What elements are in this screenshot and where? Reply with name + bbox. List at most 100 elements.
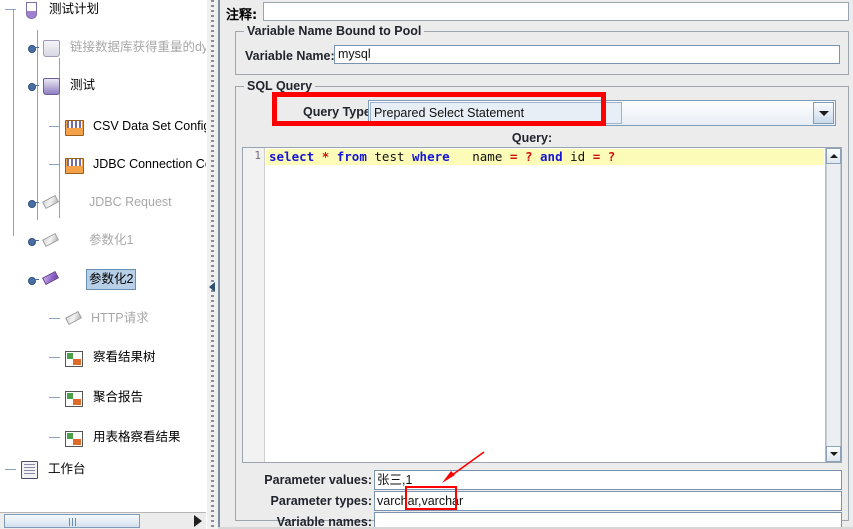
spacer [61, 232, 81, 250]
code-token: name [472, 149, 502, 164]
parameter-values-row: Parameter values: 张三,1 [242, 470, 842, 491]
sampler-icon [42, 233, 59, 249]
tree-leaf-handle [4, 463, 18, 477]
workbench-icon [21, 461, 38, 479]
parameter-types-label: Parameter types: [271, 494, 372, 508]
tree-item-parameterization-1[interactable]: 参数化1 [0, 231, 206, 250]
spacer [61, 271, 81, 289]
comment-input[interactable] [263, 2, 849, 21]
tree-item-label: HTTP请求 [89, 309, 151, 328]
line-number: 1 [243, 149, 261, 162]
line-number-gutter: 1 [243, 148, 265, 462]
code-token [532, 149, 540, 164]
query-text-editor[interactable]: 1 select * from test where name = ? and … [242, 147, 842, 463]
group-title: Variable Name Bound to Pool [244, 24, 424, 38]
tree-expand-handle[interactable] [26, 273, 40, 287]
jdbc-config-icon [65, 158, 84, 174]
tree-expand-handle[interactable] [4, 3, 18, 17]
tree-expand-handle[interactable] [26, 41, 40, 55]
query-type-dropdown-button[interactable] [813, 102, 834, 124]
variable-name-input[interactable]: mysql [334, 45, 840, 64]
code-token [600, 149, 608, 164]
scroll-right-arrow-icon[interactable] [194, 515, 202, 527]
tree-item-aggregate-report[interactable]: 聚合报告 [0, 388, 206, 407]
code-token [517, 149, 525, 164]
csv-config-icon [65, 120, 84, 136]
listener-icon [65, 351, 83, 367]
tree-item-label: 用表格察看结果 [91, 428, 183, 447]
tree-item-label: JDBC Request [87, 193, 174, 212]
tree-item-label: 参数化1 [87, 231, 135, 250]
tree-item-http-request[interactable]: HTTP请求 [0, 309, 206, 328]
scroll-down-button[interactable] [826, 446, 841, 462]
scrollbar-thumb[interactable] [4, 514, 140, 528]
tree-item-parameterization-2[interactable]: 参数化2 [0, 269, 206, 288]
code-token: and [540, 149, 563, 164]
tree-item-view-results-tree[interactable]: 察看结果树 [0, 348, 206, 367]
tree-item-label: 测试 [68, 76, 97, 95]
group-title: SQL Query [244, 79, 315, 93]
tree-leaf-handle [48, 120, 62, 134]
tree-item-thread-group[interactable]: 测试 [0, 76, 206, 95]
tree-expand-handle[interactable] [26, 196, 40, 210]
comment-row: 注释: [226, 2, 849, 22]
scrollbar-grip-icon [69, 518, 76, 526]
query-code-line[interactable]: select * from test where name = ? and id… [266, 149, 824, 165]
query-vertical-scrollbar[interactable] [825, 148, 841, 462]
parameter-types-row: Parameter types: varchar,varchar [242, 491, 842, 512]
spacer [61, 194, 81, 212]
flask-icon [21, 1, 41, 19]
query-type-selected-value[interactable]: Prepared Select Statement [370, 102, 622, 124]
tree-item-label-selected: 参数化2 [86, 269, 136, 290]
sql-query-group: SQL Query Query Type: Prepared Select St… [235, 86, 849, 521]
scrollbar-track[interactable] [826, 164, 841, 446]
sampler-active-icon [42, 271, 59, 287]
tree-item-label: 链接数据库获得重量的dynamic [68, 38, 207, 57]
parameter-types-label-wrap: Parameter types: [242, 491, 372, 512]
parameter-values-label-wrap: Parameter values: [242, 470, 372, 491]
parameter-values-input[interactable]: 张三,1 [374, 470, 842, 490]
code-token: id [570, 149, 585, 164]
listener-icon [65, 391, 83, 407]
parameter-types-input[interactable]: varchar,varchar [374, 491, 842, 511]
tree-item-label: 察看结果树 [91, 348, 158, 367]
query-label: Query: [236, 131, 828, 145]
code-token: select [269, 149, 314, 164]
tree-leaf-handle [48, 158, 62, 172]
code-token [563, 149, 571, 164]
code-token [502, 149, 510, 164]
tree-leaf-handle [48, 351, 62, 365]
code-token: where [412, 149, 450, 164]
chevron-down-icon [830, 452, 838, 456]
tree-item-label: 聚合报告 [91, 388, 145, 407]
tree-item-jdbc-connection-configuration[interactable]: JDBC Connection Configurat [0, 155, 206, 174]
tree-item-test-plan[interactable]: 测试计划 [0, 0, 206, 19]
code-token [450, 149, 473, 164]
tree-horizontal-scrollbar[interactable] [0, 512, 206, 529]
comment-label: 注释: [226, 4, 257, 23]
chevron-up-icon [830, 154, 838, 158]
tree-item-thread-group-disabled[interactable]: 链接数据库获得重量的dynamic [0, 38, 206, 57]
tree-item-jdbc-request[interactable]: JDBC Request [0, 193, 206, 212]
code-token [314, 149, 322, 164]
splitter-collapse-arrow-icon[interactable] [209, 282, 216, 294]
scroll-up-button[interactable] [826, 148, 841, 164]
tree-leaf-handle [48, 431, 62, 445]
tree-item-view-results-in-table[interactable]: 用表格察看结果 [0, 428, 206, 447]
tree-expand-handle[interactable] [26, 79, 40, 93]
tree-leaf-handle [48, 312, 62, 326]
sampler-icon [65, 311, 82, 327]
code-token: from [337, 149, 367, 164]
tree-item-label: CSV Data Set Config [91, 117, 207, 136]
tree-item-csv-data-set-config[interactable]: CSV Data Set Config [0, 117, 206, 136]
jdbc-request-editor-panel: 注释: Variable Name Bound to Pool Variable… [218, 0, 853, 529]
variable-name-label: Variable Name: [245, 49, 335, 63]
query-type-combobox[interactable]: Prepared Select Statement [368, 100, 836, 126]
variable-name-bound-to-pool-group: Variable Name Bound to Pool Variable Nam… [235, 31, 849, 75]
query-type-label: Query Type: [303, 105, 375, 119]
tree-expand-handle[interactable] [26, 234, 40, 248]
tree-item-workbench[interactable]: 工作台 [0, 460, 206, 479]
test-plan-tree-panel[interactable]: 测试计划 链接数据库获得重量的dynamic 测试 CSV Data Set C… [0, 0, 207, 512]
listener-icon [65, 431, 83, 447]
code-token: test [374, 149, 404, 164]
